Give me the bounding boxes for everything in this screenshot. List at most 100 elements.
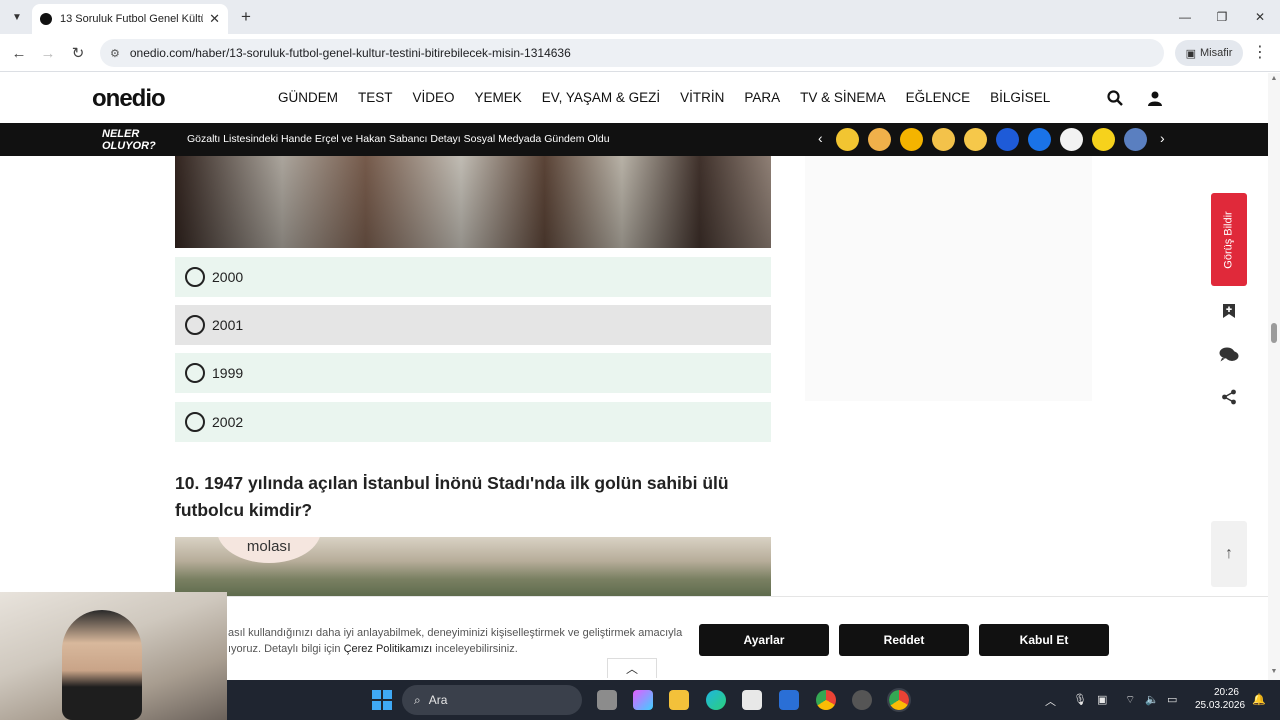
photo-caption-badge: molası [217,537,321,563]
site-info-icon[interactable]: ⚙ [110,47,120,60]
radio-circle-icon[interactable] [185,315,205,335]
cookie-reject-button[interactable]: Reddet [839,624,969,656]
scroll-down-icon[interactable]: ▼ [1270,668,1278,675]
browser-tab-active[interactable]: 13 Soruluk Futbol Genel Kültür ✕ [32,4,228,34]
battery-icon[interactable]: ▭ [1167,693,1177,706]
window-close-icon[interactable]: ✕ [1245,6,1275,28]
cookie-accept-button[interactable]: Kabul Et [979,624,1109,656]
recorder-app-icon[interactable] [852,690,872,710]
taskbar-search-icon: ⌕ [414,692,421,707]
nav-item-ev-yasam-gezi[interactable]: EV, YAŞAM & GEZİ [532,90,670,105]
microphone-icon[interactable]: 🎙 [1073,693,1087,706]
comments-icon[interactable] [1216,341,1242,367]
cookie-policy-link[interactable]: Çerez Politikamızı [344,643,433,655]
brand-badge-icon[interactable] [996,128,1019,151]
tray-app-icon[interactable]: ▣ [1097,693,1107,706]
feedback-button[interactable]: Görüş Bildir [1211,193,1247,286]
nav-item-eglence[interactable]: EĞLENCE [896,90,981,105]
nav-item-vitrin[interactable]: VİTRİN [670,90,734,105]
tab-close-icon[interactable]: ✕ [209,11,220,27]
neler-oluyor-label: NELER OLUYOR? [102,128,156,152]
answer-option[interactable]: 1999 [175,353,771,393]
taskbar-search[interactable]: ⌕ Ara [402,685,582,715]
browser-menu-icon[interactable]: ⋮ [1252,42,1268,64]
wifi-icon[interactable]: ⌔ [1125,693,1135,707]
reload-icon[interactable]: ↻ [67,42,89,64]
answer-option-hovered[interactable]: 2001 [175,305,771,345]
feedback-label: Görüş Bildir [1223,210,1235,269]
app-icon[interactable] [779,690,799,710]
scroll-to-top-icon[interactable]: ↑ [1211,521,1247,587]
snowflake-icon[interactable] [1124,128,1147,151]
cookie-collapse-chevron-icon[interactable]: ︿ [607,658,657,678]
answer-option[interactable]: 2002 [175,402,771,442]
nav-item-para[interactable]: PARA [734,90,790,105]
webcam-overlay [0,592,227,720]
scroll-thumb[interactable] [1271,323,1277,343]
nav-item-test[interactable]: TEST [348,90,403,105]
cookie-settings-button[interactable]: Ayarlar [699,624,829,656]
news-headline-link[interactable]: Gözaltı Listesindeki Hande Erçel ve Haka… [187,133,610,145]
site-header: onedio GÜNDEM TEST VİDEO YEMEK EV, YAŞAM… [0,73,1268,123]
ok-icon[interactable] [1060,128,1083,151]
nav-item-video[interactable]: VİDEO [403,90,465,105]
copilot-icon[interactable] [633,690,653,710]
answer-option[interactable]: 2000 [175,257,771,297]
tab-title: 13 Soruluk Futbol Genel Kültür [60,13,204,25]
tray-overflow-chevron-icon[interactable]: ︿ [1045,693,1056,709]
sad-face-icon[interactable] [932,128,955,151]
page-scrollbar[interactable]: ▲ ▼ [1268,73,1280,680]
heart-eyes-icon[interactable] [900,128,923,151]
radio-circle-icon[interactable] [185,267,205,287]
nav-item-bilgisel[interactable]: BİLGİSEL [980,90,1060,105]
os-taskbar: ⌕ Ara ︿ 🎙 ▣ ⌔ 🔈 ▭ 20:26 25.03.2026 🔔 [227,680,1280,720]
smile-icon[interactable] [964,128,987,151]
yellow-badge-icon[interactable] [1092,128,1115,151]
share-icon[interactable] [1216,384,1242,410]
strip-next-icon[interactable]: › [1160,130,1165,146]
window-restore-icon[interactable]: ❐ [1207,6,1237,28]
nav-item-yemek[interactable]: YEMEK [465,90,532,105]
forward-arrow-icon[interactable]: → [37,42,59,64]
heart-face-icon[interactable] [868,128,891,151]
taskbar-clock[interactable]: 20:26 25.03.2026 [1195,686,1246,712]
edge-browser-icon[interactable] [706,690,726,710]
windows-start-icon[interactable] [372,690,392,710]
gaming-icon[interactable] [836,128,859,151]
taskbar-search-label: Ara [428,693,448,707]
back-arrow-icon[interactable]: ← [8,42,30,64]
store-icon[interactable] [742,690,762,710]
clock-time: 20:26 [1213,687,1239,698]
notification-bell-icon[interactable]: 🔔 [1252,693,1266,706]
bookmark-add-icon[interactable] [1216,298,1242,324]
radio-circle-icon[interactable] [185,412,205,432]
url-text: onedio.com/haber/13-soruluk-futbol-genel… [129,46,571,60]
strip-prev-icon[interactable]: ‹ [818,130,823,146]
window-minimize-icon[interactable]: — [1170,6,1200,28]
reaction-row [836,128,1147,151]
nav-item-gundem[interactable]: GÜNDEM [268,90,348,105]
scroll-up-icon[interactable]: ▲ [1270,75,1278,82]
neler-line2: OLUYOR? [102,140,156,152]
brand-badge-icon[interactable] [1028,128,1051,151]
news-strip: NELER OLUYOR? Gözaltı Listesindeki Hande… [0,123,1268,156]
tab-search-dropdown-icon[interactable]: ▼ [6,7,28,27]
chrome-active-icon[interactable] [887,688,911,712]
chrome-icon[interactable] [816,690,836,710]
article-content: 2000 2001 1999 2002 10. 1947 yılında açı… [0,156,1268,596]
option-label: 2001 [212,317,244,333]
site-logo[interactable]: onedio [92,85,166,113]
user-icon[interactable] [1145,88,1165,108]
profile-button[interactable]: ▣ Misafir [1175,40,1243,66]
radio-circle-icon[interactable] [185,363,205,383]
nav-item-tv-sinema[interactable]: TV & SİNEMA [790,90,896,105]
address-bar[interactable]: ⚙ onedio.com/haber/13-soruluk-futbol-gen… [100,39,1164,67]
file-explorer-icon[interactable] [669,690,689,710]
search-icon[interactable] [1105,88,1125,108]
clock-date: 25.03.2026 [1195,700,1246,711]
task-view-icon[interactable] [597,690,617,710]
volume-icon[interactable]: 🔈 [1145,693,1159,706]
new-tab-plus-icon[interactable]: + [236,7,256,27]
cookie-text: asıl kullandığınızı daha iyi anlayabilme… [228,625,688,657]
option-label: 2000 [212,269,244,285]
